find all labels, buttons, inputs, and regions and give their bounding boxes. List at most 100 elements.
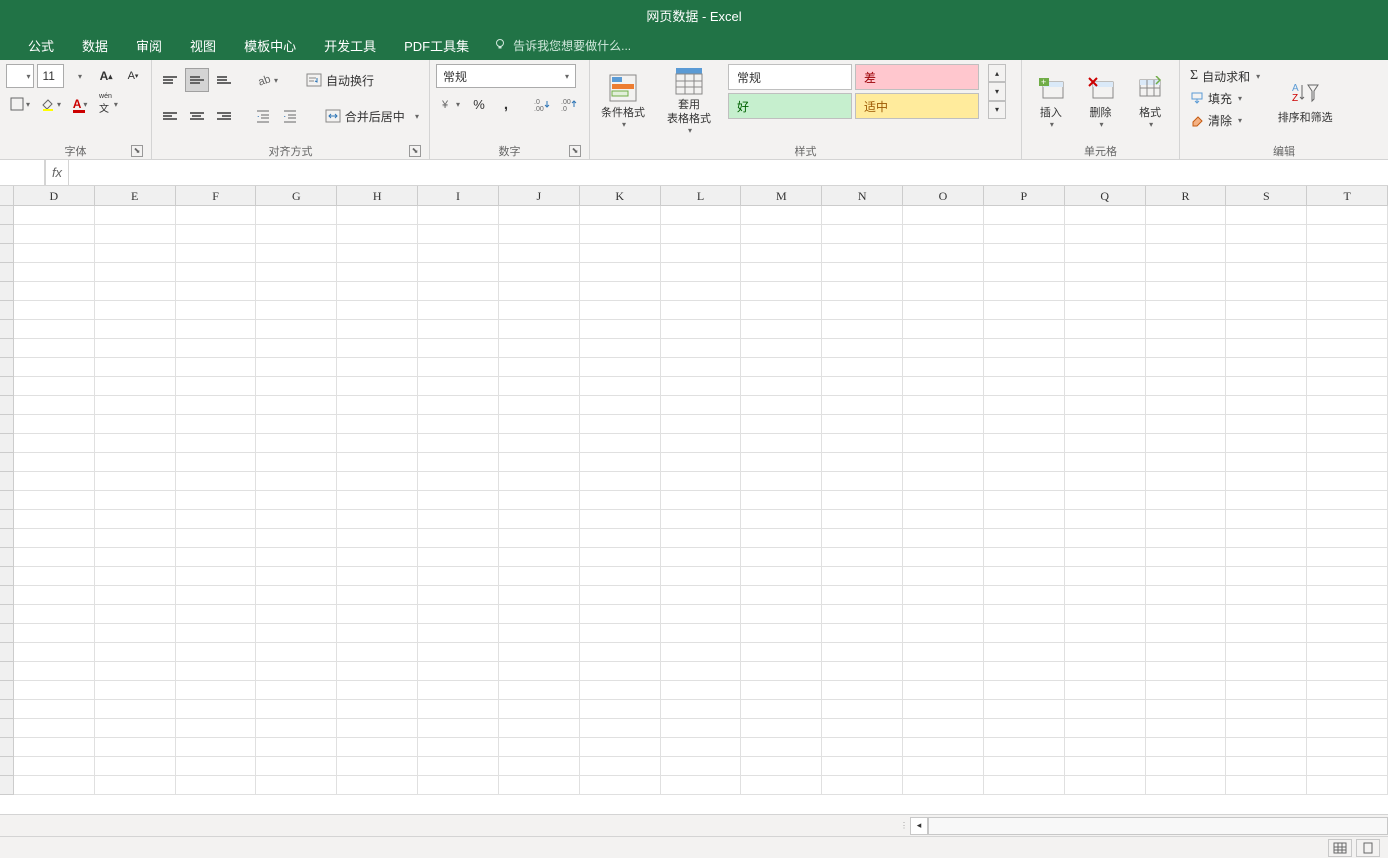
number-dialog-launcher[interactable]: ⬊	[569, 145, 581, 157]
cell[interactable]	[1146, 548, 1227, 567]
cell[interactable]	[95, 320, 176, 339]
cell[interactable]	[580, 681, 661, 700]
tab-developer[interactable]: 开发工具	[310, 30, 390, 60]
cell[interactable]	[1226, 624, 1307, 643]
cell[interactable]	[1065, 301, 1146, 320]
cell[interactable]	[822, 453, 903, 472]
cell[interactable]	[580, 301, 661, 320]
cell[interactable]	[176, 567, 257, 586]
cell[interactable]	[661, 738, 742, 757]
cell[interactable]	[984, 738, 1065, 757]
cell[interactable]	[1226, 206, 1307, 225]
cell[interactable]	[1226, 434, 1307, 453]
row-header[interactable]	[0, 624, 14, 643]
cell[interactable]	[1307, 719, 1388, 738]
decrease-font-button[interactable]: A▾	[121, 64, 145, 88]
cell[interactable]	[14, 206, 95, 225]
cell[interactable]	[256, 567, 337, 586]
cell[interactable]	[1146, 719, 1227, 738]
cell[interactable]	[822, 586, 903, 605]
cell[interactable]	[580, 225, 661, 244]
cell[interactable]	[1065, 738, 1146, 757]
cell[interactable]	[499, 320, 580, 339]
cell[interactable]	[984, 396, 1065, 415]
cell[interactable]	[14, 415, 95, 434]
cell[interactable]	[95, 605, 176, 624]
cell[interactable]	[741, 358, 822, 377]
cell[interactable]	[95, 244, 176, 263]
cell[interactable]	[418, 320, 499, 339]
cell[interactable]	[1146, 225, 1227, 244]
cell[interactable]	[580, 282, 661, 301]
cell[interactable]	[499, 700, 580, 719]
cell-style-bad[interactable]: 差	[855, 64, 979, 90]
cell[interactable]	[1065, 434, 1146, 453]
cell[interactable]	[1146, 244, 1227, 263]
cell[interactable]	[661, 719, 742, 738]
fill-color-button[interactable]: ▾	[37, 92, 65, 116]
cell[interactable]	[337, 282, 418, 301]
cell[interactable]	[176, 776, 257, 795]
cell[interactable]	[1226, 377, 1307, 396]
border-button[interactable]: ▾	[6, 92, 34, 116]
cell[interactable]	[1307, 339, 1388, 358]
cell[interactable]	[418, 681, 499, 700]
cell[interactable]	[337, 510, 418, 529]
cell[interactable]	[822, 320, 903, 339]
cell[interactable]	[418, 453, 499, 472]
align-left-button[interactable]	[158, 104, 182, 128]
cell[interactable]	[256, 605, 337, 624]
cell[interactable]	[14, 453, 95, 472]
cell[interactable]	[580, 263, 661, 282]
cell[interactable]	[822, 396, 903, 415]
font-family-dropdown[interactable]: ▾	[6, 64, 34, 88]
cell[interactable]	[984, 320, 1065, 339]
cell[interactable]	[741, 225, 822, 244]
cell[interactable]	[1226, 453, 1307, 472]
cell[interactable]	[580, 510, 661, 529]
cell[interactable]	[984, 358, 1065, 377]
cell[interactable]	[984, 624, 1065, 643]
cell[interactable]	[176, 491, 257, 510]
cell[interactable]	[418, 377, 499, 396]
cell[interactable]	[1065, 776, 1146, 795]
cell[interactable]	[95, 510, 176, 529]
cell[interactable]	[337, 681, 418, 700]
align-middle-button[interactable]	[185, 68, 209, 92]
row-header[interactable]	[0, 567, 14, 586]
cell[interactable]	[256, 643, 337, 662]
cell[interactable]	[1065, 757, 1146, 776]
cell[interactable]	[1307, 415, 1388, 434]
cell[interactable]	[1146, 776, 1227, 795]
cell[interactable]	[337, 738, 418, 757]
cell[interactable]	[14, 681, 95, 700]
cell[interactable]	[95, 415, 176, 434]
cell[interactable]	[822, 206, 903, 225]
cell[interactable]	[499, 681, 580, 700]
row-header[interactable]	[0, 491, 14, 510]
cell[interactable]	[1307, 548, 1388, 567]
hscroll-left-button[interactable]: ◂	[910, 817, 928, 835]
cell[interactable]	[1307, 605, 1388, 624]
cell[interactable]	[661, 491, 742, 510]
cell[interactable]	[95, 396, 176, 415]
cell[interactable]	[984, 282, 1065, 301]
cell[interactable]	[1065, 624, 1146, 643]
cell[interactable]	[661, 586, 742, 605]
cell[interactable]	[1065, 282, 1146, 301]
cell[interactable]	[661, 206, 742, 225]
cell[interactable]	[822, 662, 903, 681]
page-layout-view-button[interactable]	[1356, 839, 1380, 857]
cell[interactable]	[580, 434, 661, 453]
increase-indent-button[interactable]	[278, 104, 302, 128]
cell[interactable]	[1146, 586, 1227, 605]
cell[interactable]	[661, 605, 742, 624]
cell[interactable]	[580, 643, 661, 662]
cell[interactable]	[1307, 206, 1388, 225]
cell[interactable]	[418, 757, 499, 776]
cell[interactable]	[1146, 643, 1227, 662]
cell[interactable]	[741, 567, 822, 586]
cell[interactable]	[903, 662, 984, 681]
cell[interactable]	[256, 244, 337, 263]
cell[interactable]	[14, 605, 95, 624]
